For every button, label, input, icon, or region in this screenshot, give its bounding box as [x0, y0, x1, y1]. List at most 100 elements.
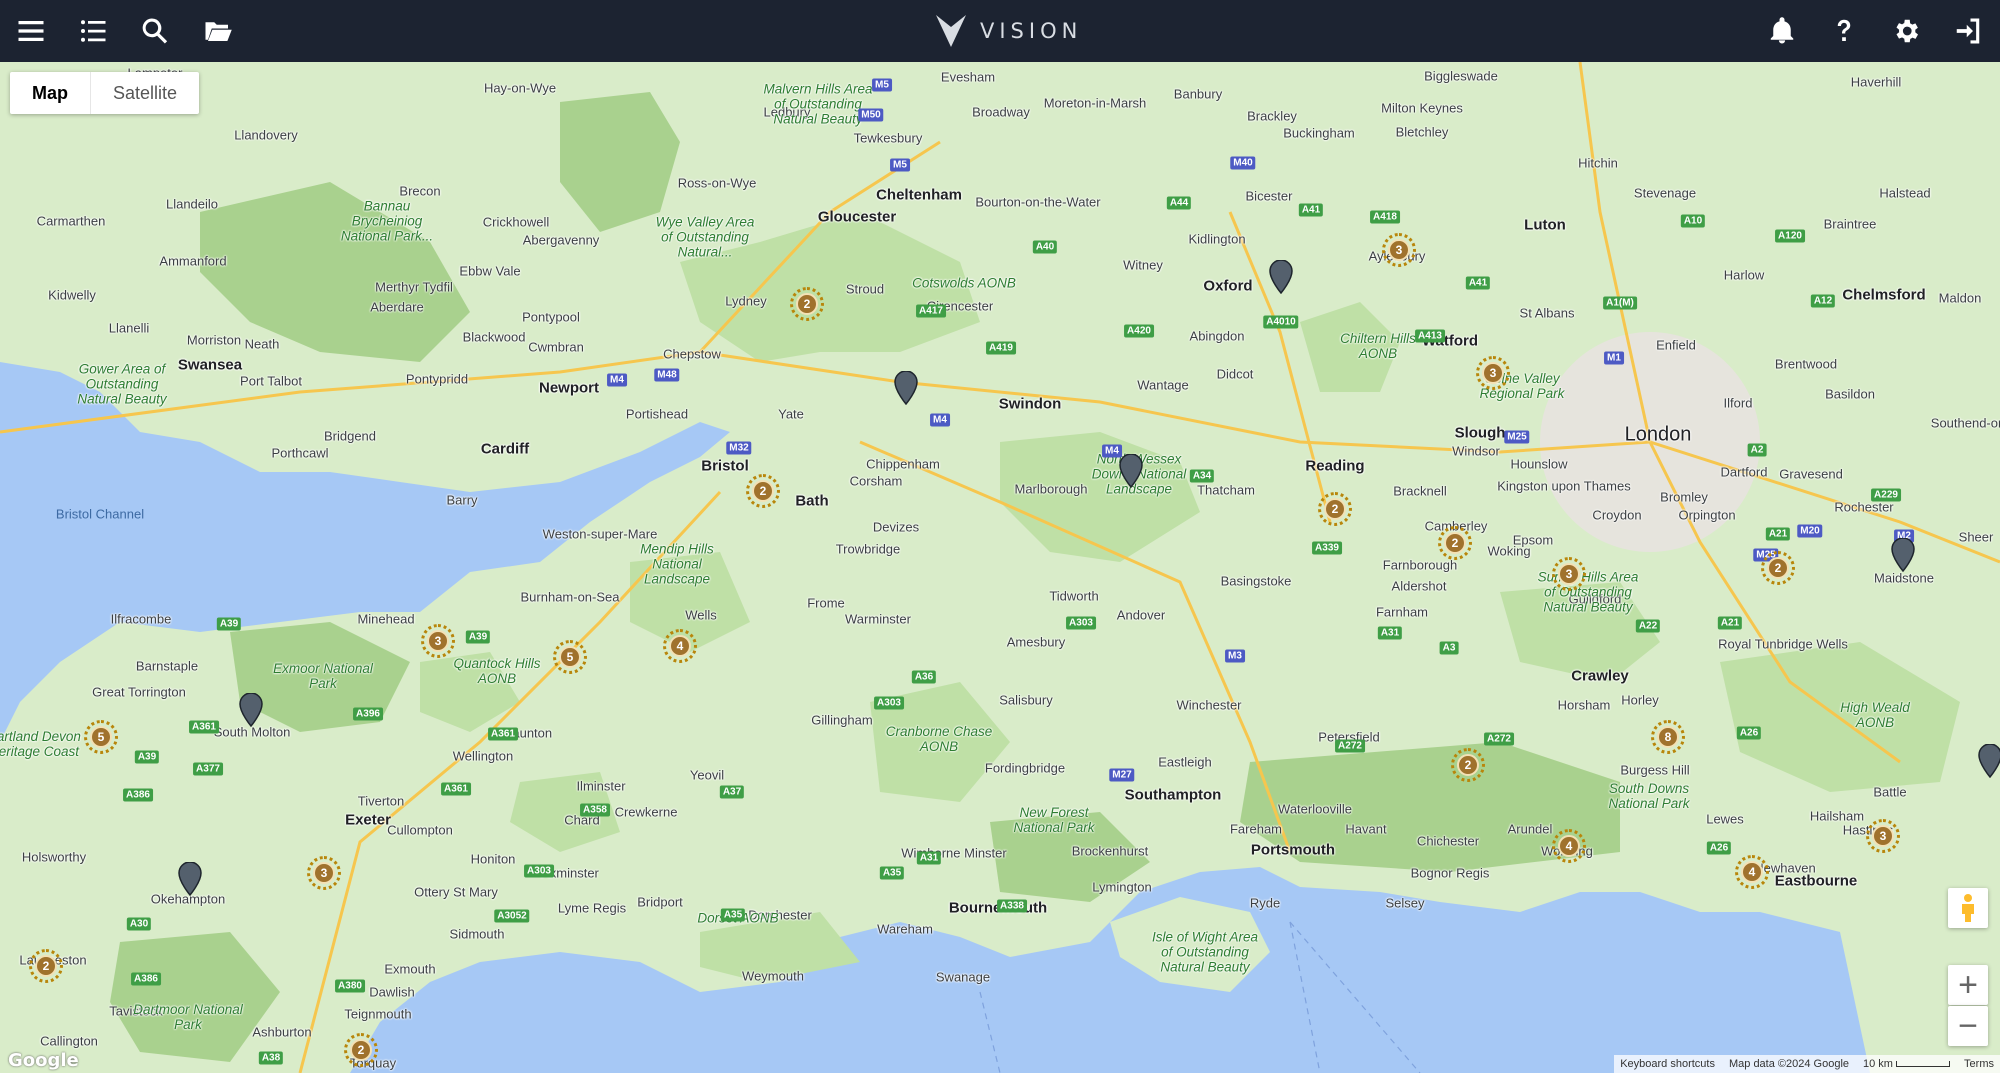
help-icon[interactable]: [1824, 11, 1864, 51]
label-gravesend: Gravesend: [1779, 466, 1843, 482]
road-shield-m20: M20: [1797, 524, 1823, 538]
marker-cluster[interactable]: 5: [553, 640, 587, 674]
label-st-albans: St Albans: [1519, 305, 1575, 321]
map-pin[interactable]: [1268, 259, 1294, 295]
road-shield-a380: A380: [335, 979, 365, 993]
label-morriston: Morriston: [186, 332, 242, 348]
zoom-out-button[interactable]: −: [1948, 1006, 1988, 1046]
map-pin[interactable]: [1977, 743, 2000, 779]
marker-cluster[interactable]: 8: [1651, 720, 1685, 754]
logout-icon[interactable]: [1948, 11, 1988, 51]
street-view-pegman-button[interactable]: [1948, 888, 1988, 928]
label-salisbury: Salisbury: [999, 692, 1053, 708]
label-farnham: Farnham: [1375, 604, 1429, 620]
label-bridport: Bridport: [637, 894, 683, 910]
road-shield-a39b: A39: [134, 750, 160, 764]
label-bromley: Bromley: [1660, 489, 1708, 505]
label-braintree: Braintree: [1823, 216, 1877, 232]
label-burnham: Burnham-on-Sea: [520, 589, 620, 605]
marker-cluster[interactable]: 4: [1552, 829, 1586, 863]
road-shield-a303c: A303: [524, 864, 554, 878]
label-aldershot: Aldershot: [1391, 578, 1447, 594]
marker-cluster[interactable]: 2: [1438, 526, 1472, 560]
label-enfield: Enfield: [1656, 337, 1696, 353]
map-pin[interactable]: [1118, 453, 1144, 489]
label-sidmouth: Sidmouth: [449, 926, 505, 942]
gear-icon[interactable]: [1886, 11, 1926, 51]
label-tiverton: Tiverton: [357, 793, 405, 809]
marker-cluster[interactable]: 4: [1735, 855, 1769, 889]
label-dartmoor: Dartmoor National Park: [133, 1002, 243, 1032]
marker-cluster[interactable]: 3: [1476, 356, 1510, 390]
label-crewkerne: Crewkerne: [614, 804, 678, 820]
marker-cluster[interactable]: 2: [746, 474, 780, 508]
road-shield-a31: A31: [1377, 626, 1403, 640]
label-luton: Luton: [1524, 216, 1566, 234]
list-icon[interactable]: [73, 11, 113, 51]
marker-cluster[interactable]: 2: [1451, 748, 1485, 782]
label-southampton: Southampton: [1124, 786, 1222, 804]
marker-cluster[interactable]: 5: [84, 720, 118, 754]
map-type-satellite-button[interactable]: Satellite: [91, 72, 199, 114]
label-bicester: Bicester: [1245, 188, 1293, 204]
label-barry: Barry: [446, 492, 478, 508]
road-shield-a339: A339: [1312, 541, 1342, 555]
road-shield-a338: A338: [997, 899, 1027, 913]
label-devizes: Devizes: [872, 519, 920, 535]
label-fareham: Fareham: [1229, 821, 1283, 837]
marker-cluster[interactable]: 2: [790, 287, 824, 321]
label-weymouth: Weymouth: [742, 968, 804, 984]
label-stroud: Stroud: [845, 281, 885, 297]
road-shield-a3: A3: [1439, 641, 1459, 655]
label-portishead: Portishead: [625, 406, 689, 422]
label-wellington: Wellington: [452, 748, 514, 764]
label-warminster: Warminster: [845, 611, 911, 627]
label-basingstoke: Basingstoke: [1220, 573, 1292, 589]
label-exmoor: Exmoor National Park: [273, 661, 373, 691]
bell-icon[interactable]: [1762, 11, 1802, 51]
label-haverhill: Haverhill: [1850, 74, 1902, 90]
road-shield-a34: A34: [1189, 469, 1215, 483]
marker-cluster[interactable]: 3: [1552, 557, 1586, 591]
marker-cluster-duplicate[interactable]: [1761, 552, 1795, 586]
marker-cluster[interactable]: 2: [29, 949, 63, 983]
road-shield-a35b: A35: [720, 908, 746, 922]
road-shield-a40: A40: [1032, 240, 1058, 254]
road-shield-a120: A120: [1775, 229, 1805, 243]
marker-cluster[interactable]: 2: [1318, 492, 1352, 526]
marker-cluster[interactable]: 2: [344, 1033, 378, 1067]
label-carmarthen: Carmarthen: [36, 213, 106, 229]
marker-cluster[interactable]: 3: [307, 856, 341, 890]
map-canvas[interactable]: London Bristol Cardiff Swansea Newport G…: [0, 62, 2000, 1073]
label-high-weald: High Weald AONB: [1840, 700, 1910, 730]
top-navigation-bar: VISION: [0, 0, 2000, 62]
folder-icon[interactable]: [198, 11, 238, 51]
zoom-in-button[interactable]: +: [1948, 965, 1988, 1005]
search-icon[interactable]: [135, 11, 175, 51]
map-type-map-button[interactable]: Map: [10, 72, 91, 114]
map-pin[interactable]: [177, 861, 203, 897]
label-lewes: Lewes: [1706, 811, 1744, 827]
marker-cluster[interactable]: 3: [421, 624, 455, 658]
label-horley: Horley: [1621, 692, 1659, 708]
map-pin[interactable]: [893, 370, 919, 406]
marker-cluster[interactable]: 4: [663, 629, 697, 663]
road-shield-m3: M3: [1225, 649, 1245, 663]
label-cardiff: Cardiff: [480, 440, 530, 458]
label-woking: Woking: [1487, 543, 1531, 559]
road-shield-m2b: A229: [1871, 488, 1901, 502]
label-ammanford: Ammanford: [159, 253, 227, 269]
marker-cluster[interactable]: 3: [1866, 819, 1900, 853]
road-shield-a272: A272: [1335, 739, 1365, 753]
road-shield-a41b: A41: [1465, 276, 1491, 290]
marker-cluster[interactable]: 3: [1382, 233, 1416, 267]
road-shield-a36: A36: [911, 670, 937, 684]
label-ilminster: Ilminster: [576, 778, 626, 794]
keyboard-shortcuts-link[interactable]: Keyboard shortcuts: [1620, 1058, 1715, 1070]
label-hay: Hay-on-Wye: [483, 80, 557, 96]
menu-icon[interactable]: [11, 11, 51, 51]
map-pin[interactable]: [238, 692, 264, 728]
terms-link[interactable]: Terms: [1964, 1058, 1994, 1070]
map-pin[interactable]: [1890, 537, 1916, 573]
road-shield-a358: A358: [580, 803, 610, 817]
